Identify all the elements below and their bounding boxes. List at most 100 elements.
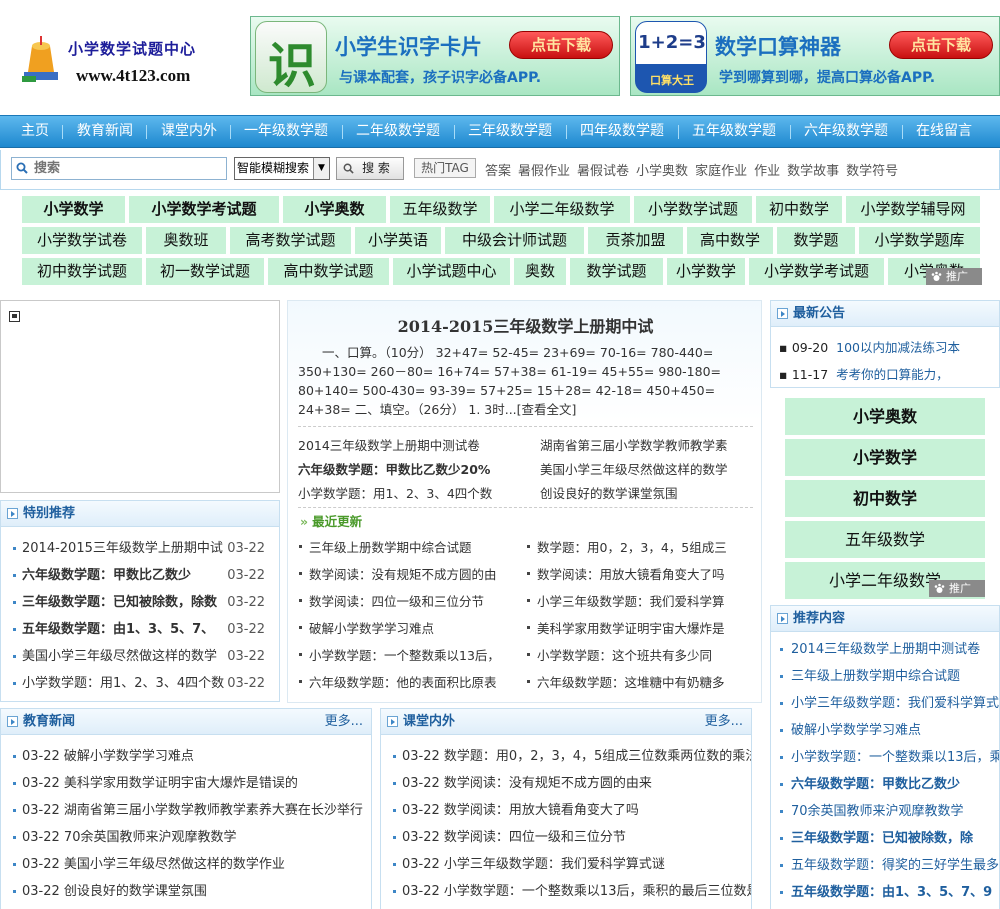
keyword-tag[interactable]: 小学数学辅导网 bbox=[846, 196, 980, 223]
download-button[interactable]: 点击下载 bbox=[889, 31, 993, 59]
notice-item[interactable]: ▪ 11-17 考考你的口算能力， bbox=[779, 364, 949, 383]
hot-tag-link[interactable]: 小学奥数 bbox=[636, 164, 688, 179]
keyword-tag[interactable]: 小学数学 bbox=[667, 258, 745, 285]
headline-link[interactable]: 美国小学三年级尽然做这样的数学 bbox=[540, 459, 728, 478]
more-link[interactable]: 更多... bbox=[325, 709, 363, 735]
keyword-tag[interactable]: 贡茶加盟 bbox=[588, 227, 683, 254]
nav-item-grade2[interactable]: 二年级数学题 bbox=[356, 116, 440, 147]
headline-link[interactable]: 创设良好的数学课堂氛围 bbox=[540, 483, 678, 502]
hot-tag-link[interactable]: 数学符号 bbox=[846, 164, 898, 179]
recent-item[interactable]: 美科学家用数学证明宇宙大爆炸是 bbox=[527, 618, 742, 637]
recent-item[interactable]: 六年级数学题：他的表面积比原表 bbox=[299, 672, 514, 691]
keyword-tag[interactable]: 小学数学试题 bbox=[634, 196, 752, 223]
nav-item-classroom[interactable]: 课堂内外 bbox=[161, 116, 217, 147]
list-item[interactable]: 03-22 美科学家用数学证明宇宙大爆炸是错误的 bbox=[1, 770, 371, 797]
keyword-tag[interactable]: 初中数学试题 bbox=[22, 258, 142, 285]
keyword-tag[interactable]: 小学数学题库 bbox=[859, 227, 980, 254]
banner-math-app[interactable]: 1+2=3 口算大王 数学口算神器 学到哪算到哪，提高口算必备APP. 点击下载 bbox=[630, 16, 1000, 96]
nav-item-grade5[interactable]: 五年级数学题 bbox=[692, 116, 776, 147]
list-item[interactable]: 70余英国教师来沪观摩教数学 bbox=[771, 798, 999, 825]
hot-tag-link[interactable]: 答案 bbox=[485, 164, 511, 179]
list-item[interactable]: 03-22 创设良好的数学课堂氛围 bbox=[1, 878, 371, 905]
keyword-tag[interactable]: 小学二年级数学 bbox=[494, 196, 630, 223]
list-item[interactable]: 2014三年级数学上册期中测试卷 bbox=[771, 636, 999, 663]
keyword-tag[interactable]: 小学奥数 bbox=[283, 196, 386, 223]
list-item[interactable]: 03-22 美国小学三年级尽然做这样的数学作业 bbox=[1, 851, 371, 878]
list-item[interactable]: 美国小学三年级尽然做这样的数学 03-22 bbox=[1, 643, 279, 670]
list-item[interactable]: 03-22 湖南省第三届小学数学教师教学素养大赛在长沙举行 bbox=[1, 797, 371, 824]
hot-tag-link[interactable]: 作业 bbox=[754, 164, 780, 179]
site-logo[interactable]: 小学数学试题中心 www.4t123.com bbox=[18, 30, 218, 90]
side-keyword-tag[interactable]: 小学奥数 bbox=[785, 398, 985, 435]
search-button[interactable]: 搜 索 bbox=[336, 157, 404, 180]
headline-title[interactable]: 2014-2015三年级数学上册期中试 bbox=[288, 313, 761, 337]
list-item[interactable]: 03-22 小学数学题：一个整数乘以13后，乘积的最后三位数是 bbox=[381, 878, 751, 905]
list-item[interactable]: 五年级数学题：得奖的三好学生最多有 bbox=[771, 852, 999, 879]
promo-badge[interactable]: 推广 bbox=[926, 268, 982, 285]
headline-link[interactable]: 湖南省第三届小学数学教师教学素 bbox=[540, 435, 728, 454]
search-input[interactable] bbox=[11, 157, 227, 180]
recent-item[interactable]: 三年级上册数学期中综合试题 bbox=[299, 537, 514, 556]
recent-item[interactable]: 数学题：用0，2，3，4，5组成三 bbox=[527, 537, 742, 556]
notice-item[interactable]: ▪ 09-20 100以内加减法练习本 bbox=[779, 337, 960, 356]
nav-item-grade4[interactable]: 四年级数学题 bbox=[580, 116, 664, 147]
keyword-tag[interactable]: 中级会计师试题 bbox=[445, 227, 584, 254]
list-item[interactable]: 三年级数学题：已知被除数，除数 03-22 bbox=[1, 589, 279, 616]
list-item[interactable]: 03-22 数学阅读：没有规矩不成方圆的由来 bbox=[381, 770, 751, 797]
list-item[interactable]: 六年级数学题：甲数比乙数少 03-22 bbox=[1, 562, 279, 589]
keyword-tag[interactable]: 数学试题 bbox=[570, 258, 663, 285]
list-item[interactable]: 2014-2015三年级数学上册期中试 03-22 bbox=[1, 535, 279, 562]
keyword-tag[interactable]: 高中数学 bbox=[687, 227, 773, 254]
read-more-link[interactable]: [查看全文] bbox=[517, 402, 577, 417]
keyword-tag[interactable]: 小学数学 bbox=[22, 196, 125, 223]
headline-link[interactable]: 小学数学题：用1、2、3、4四个数 bbox=[298, 483, 492, 502]
headline-link[interactable]: 六年级数学题：甲数比乙数少20% bbox=[298, 459, 490, 478]
banner-literacy-app[interactable]: 识 小学生识字卡片 与课本配套，孩子识字必备APP. 点击下载 bbox=[250, 16, 620, 96]
nav-item-guestbook[interactable]: 在线留言 bbox=[916, 116, 972, 147]
keyword-tag[interactable]: 小学数学考试题 bbox=[749, 258, 884, 285]
keyword-tag[interactable]: 小学试题中心 bbox=[393, 258, 510, 285]
keyword-tag[interactable]: 奥数班 bbox=[146, 227, 226, 254]
list-item[interactable]: 六年级数学题：甲数比乙数少 bbox=[771, 771, 999, 798]
recent-item[interactable]: 小学三年级数学题：我们爱科学算 bbox=[527, 591, 742, 610]
nav-item-edu-news[interactable]: 教育新闻 bbox=[77, 116, 133, 147]
more-link[interactable]: 更多... bbox=[705, 709, 743, 735]
list-item[interactable]: 三年级上册数学期中综合试题 bbox=[771, 663, 999, 690]
headline-link[interactable]: 2014三年级数学上册期中测试卷 bbox=[298, 435, 480, 454]
recent-item[interactable]: 数学阅读：用放大镜看角变大了吗 bbox=[527, 564, 742, 583]
nav-item-grade1[interactable]: 一年级数学题 bbox=[244, 116, 328, 147]
list-item[interactable]: 破解小学数学学习难点 bbox=[771, 717, 999, 744]
list-item[interactable]: 03-22 小学三年级数学题：我们爱科学算式谜 bbox=[381, 851, 751, 878]
list-item[interactable]: 五年级数学题：由1、3、5、7、 03-22 bbox=[1, 616, 279, 643]
keyword-tag[interactable]: 初中数学 bbox=[756, 196, 842, 223]
keyword-tag[interactable]: 小学数学试卷 bbox=[22, 227, 142, 254]
ad-placeholder[interactable] bbox=[0, 300, 280, 493]
recent-item[interactable]: 小学数学题：这个班共有多少同 bbox=[527, 645, 742, 664]
list-item[interactable]: 03-22 破解小学数学学习难点 bbox=[1, 743, 371, 770]
hot-tag-link[interactable]: 暑假作业 bbox=[518, 164, 570, 179]
list-item[interactable]: 五年级数学题：由1、3、5、7、9 bbox=[771, 879, 999, 906]
hot-tag-link[interactable]: 数学故事 bbox=[787, 164, 839, 179]
keyword-tag[interactable]: 高中数学试题 bbox=[268, 258, 389, 285]
list-item[interactable]: 三年级数学题：已知被除数，除 bbox=[771, 825, 999, 852]
keyword-tag[interactable]: 小学英语 bbox=[355, 227, 441, 254]
list-item[interactable]: 小学三年级数学题：我们爱科学算式谜 bbox=[771, 690, 999, 717]
side-keyword-tag[interactable]: 初中数学 bbox=[785, 480, 985, 517]
list-item[interactable]: 03-22 70余英国教师来沪观摩教数学 bbox=[1, 824, 371, 851]
promo-badge[interactable]: 推广 bbox=[929, 580, 985, 597]
recent-item[interactable]: 数学阅读：四位一级和三位分节 bbox=[299, 591, 514, 610]
keyword-tag[interactable]: 数学题 bbox=[777, 227, 855, 254]
keyword-tag[interactable]: 高考数学试题 bbox=[230, 227, 351, 254]
hot-tag-link[interactable]: 暑假试卷 bbox=[577, 164, 629, 179]
list-item[interactable]: 小学数学题：一个整数乘以13后，乘 bbox=[771, 744, 999, 771]
keyword-tag[interactable]: 小学数学考试题 bbox=[129, 196, 279, 223]
recent-item[interactable]: 破解小学数学学习难点 bbox=[299, 618, 514, 637]
keyword-tag[interactable]: 初一数学试题 bbox=[146, 258, 264, 285]
nav-item-home[interactable]: 主页 bbox=[21, 116, 49, 147]
nav-item-grade6[interactable]: 六年级数学题 bbox=[804, 116, 888, 147]
side-keyword-tag[interactable]: 五年级数学 bbox=[785, 521, 985, 558]
list-item[interactable]: 小学数学题：用1、2、3、4四个数 03-22 bbox=[1, 670, 279, 697]
list-item[interactable]: 03-22 数学题：用0，2，3，4，5组成三位数乘两位数的乘法算 bbox=[381, 743, 751, 770]
hot-tag-link[interactable]: 家庭作业 bbox=[695, 164, 747, 179]
recent-item[interactable]: 小学数学题：一个整数乘以13后， bbox=[299, 645, 514, 664]
